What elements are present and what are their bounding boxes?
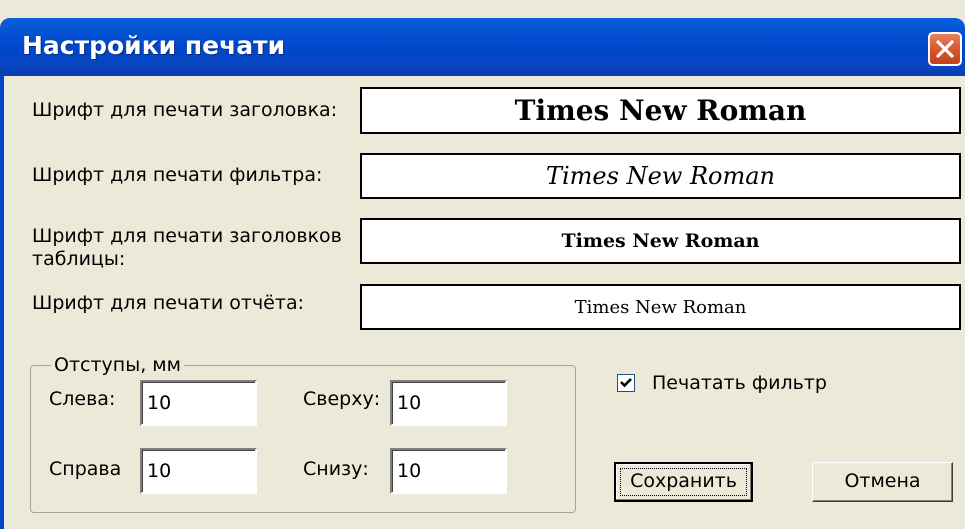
print-settings-dialog: Настройки печати Шрифт для печати заголо…	[0, 0, 965, 529]
header-font-value: Times New Roman	[514, 94, 807, 127]
report-font-value: Times New Roman	[574, 296, 747, 318]
margin-bottom-input[interactable]: 10	[390, 448, 507, 494]
margin-right-label: Справа	[49, 458, 122, 480]
cancel-button-label: Отмена	[844, 470, 921, 492]
checkmark-icon	[620, 378, 632, 388]
margin-right-input[interactable]: 10	[140, 448, 257, 494]
margins-group: Отступы, мм Слева: 10 Сверху: 10 Справа …	[30, 354, 576, 513]
table-headers-font-label-line2: таблицы:	[32, 248, 126, 270]
report-font-label: Шрифт для печати отчёта:	[32, 292, 304, 314]
header-font-label: Шрифт для печати заголовка:	[32, 99, 338, 121]
title-bar[interactable]: Настройки печати	[0, 18, 965, 76]
margin-left-label: Слева:	[49, 388, 116, 410]
cancel-button[interactable]: Отмена	[812, 462, 953, 502]
close-icon	[936, 40, 954, 58]
close-button[interactable]	[928, 32, 962, 66]
table-headers-font-field[interactable]: Times New Roman	[360, 218, 961, 264]
print-filter-checkbox[interactable]	[617, 374, 635, 392]
table-headers-font-label-line1: Шрифт для печати заголовков	[32, 225, 342, 247]
filter-font-value: Times New Roman	[545, 162, 775, 190]
window-title: Настройки печати	[22, 31, 286, 60]
save-button[interactable]: Сохранить	[614, 462, 753, 502]
window-frame-left	[0, 76, 4, 529]
filter-font-label: Шрифт для печати фильтра:	[32, 164, 323, 186]
filter-font-field[interactable]: Times New Roman	[360, 153, 961, 199]
focus-rect	[620, 468, 747, 496]
margin-top-label: Сверху:	[303, 388, 381, 410]
table-headers-font-value: Times New Roman	[561, 230, 760, 252]
margins-group-legend: Отступы, мм	[51, 354, 184, 376]
print-filter-label[interactable]: Печатать фильтр	[652, 372, 827, 394]
header-font-field[interactable]: Times New Roman	[360, 87, 961, 134]
margin-left-input[interactable]: 10	[140, 380, 257, 426]
report-font-field[interactable]: Times New Roman	[360, 284, 961, 330]
margin-bottom-label: Снизу:	[303, 458, 369, 480]
margin-top-input[interactable]: 10	[390, 380, 507, 426]
